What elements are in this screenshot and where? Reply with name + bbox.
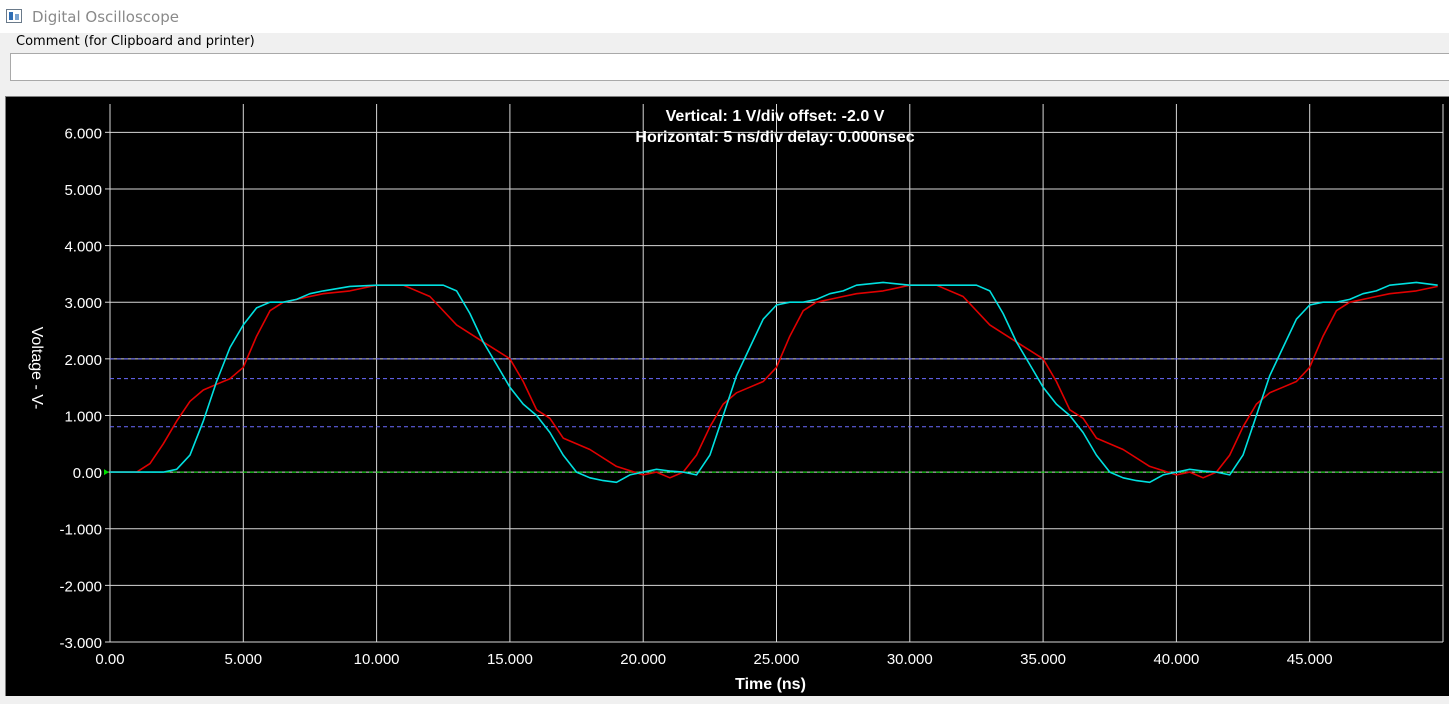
x-tick-label: 20.000 bbox=[620, 651, 666, 668]
y-tick-label: 2.000 bbox=[64, 352, 102, 369]
x-tick-label: 0.00 bbox=[95, 651, 124, 668]
chart-background bbox=[6, 97, 1448, 695]
x-tick-label: 35.000 bbox=[1020, 651, 1066, 668]
chart-title-line: Horizontal: 5 ns/div delay: 0.000nsec bbox=[635, 129, 914, 146]
x-tick-label: 15.000 bbox=[487, 651, 533, 668]
oscilloscope-chart: 6.000 5.000 4.000 3.000 2.000 1.000 0.00 -1.000… bbox=[6, 97, 1448, 695]
x-tick-label: 5.000 bbox=[225, 651, 263, 668]
oscilloscope-display: 6.000 5.000 4.000 3.000 2.000 1.000 0.00 -1.000… bbox=[5, 96, 1449, 696]
y-tick-label: 3.000 bbox=[64, 295, 102, 312]
comment-label: Comment (for Clipboard and printer) bbox=[16, 34, 255, 49]
x-tick-label: 25.000 bbox=[754, 651, 800, 668]
window-title: Digital Oscilloscope bbox=[32, 8, 179, 26]
comment-group: Comment (for Clipboard and printer) bbox=[7, 33, 1449, 93]
y-tick-label: 0.00 bbox=[73, 465, 102, 482]
bottom-border bbox=[0, 696, 1449, 704]
comment-input[interactable] bbox=[10, 53, 1449, 81]
x-tick-label: 10.000 bbox=[354, 651, 400, 668]
y-tick-label: -3.000 bbox=[59, 635, 102, 652]
x-axis-label: Time (ns) bbox=[735, 676, 806, 693]
y-tick-label: -1.000 bbox=[59, 522, 102, 539]
chart-title-line: Vertical: 1 V/div offset: -2.0 V bbox=[666, 108, 885, 125]
oscilloscope-app-icon bbox=[6, 9, 22, 23]
x-tick-label: 30.000 bbox=[887, 651, 933, 668]
y-tick-label: 4.000 bbox=[64, 239, 102, 256]
y-tick-label: 1.000 bbox=[64, 408, 102, 425]
y-tick-label: -2.000 bbox=[59, 578, 102, 595]
x-tick-label: 40.000 bbox=[1153, 651, 1199, 668]
y-tick-label: 5.000 bbox=[64, 182, 102, 199]
window-titlebar: Digital Oscilloscope bbox=[0, 0, 1449, 33]
x-tick-label: 45.000 bbox=[1287, 651, 1333, 668]
y-tick-label: 6.000 bbox=[64, 125, 102, 142]
y-axis-label: Voltage - V- bbox=[28, 327, 45, 410]
